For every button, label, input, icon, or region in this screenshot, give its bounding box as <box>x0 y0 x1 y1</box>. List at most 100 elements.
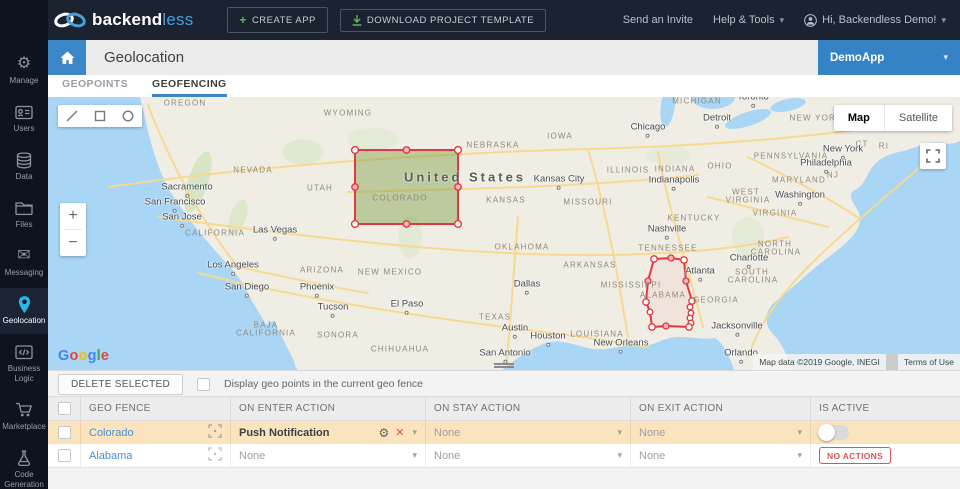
sidebar-item-label: Messaging <box>4 268 44 277</box>
geofence-table: GEO FENCE ON ENTER ACTION ON STAY ACTION… <box>48 396 960 468</box>
app-selector[interactable]: DemoApp ▾ <box>818 40 960 75</box>
draw-rectangle-tool[interactable] <box>92 108 108 124</box>
sidebar: ⚙ Manage Users Data Files ✉ Messaging Ge… <box>0 0 48 489</box>
sidebar-item-business-logic[interactable]: Business Logic <box>0 336 48 392</box>
map-graphic <box>107 97 960 370</box>
col-exit: ON EXIT ACTION <box>630 397 810 420</box>
on-stay-action-value[interactable]: None <box>434 427 460 439</box>
is-active-toggle[interactable] <box>818 424 849 441</box>
zoom-out-button[interactable]: − <box>60 230 86 256</box>
envelope-icon: ✉ <box>17 247 31 264</box>
backendless-logo[interactable]: backendless <box>52 10 193 30</box>
help-tools-menu[interactable]: Help & Tools ▾ <box>713 14 784 26</box>
brand-light: less <box>162 10 194 29</box>
action-remove-icon[interactable]: ✕ <box>395 426 404 439</box>
sidebar-item-messaging[interactable]: ✉ Messaging <box>0 240 48 286</box>
row-checkbox[interactable] <box>57 426 71 439</box>
tab-geofencing[interactable]: GEOFENCING <box>152 78 227 97</box>
sidebar-item-geolocation[interactable]: Geolocation <box>0 288 48 334</box>
map-pin-icon <box>17 295 32 313</box>
table-row: Alabama None ▾ None ▾ None ▾ NO ACTIONS <box>48 444 960 468</box>
send-invite-link[interactable]: Send an Invite <box>623 14 693 26</box>
plus-icon: + <box>239 13 247 27</box>
sidebar-item-files[interactable]: Files <box>0 192 48 238</box>
draw-line-tool[interactable] <box>64 108 80 124</box>
col-stay: ON STAY ACTION <box>425 397 630 420</box>
action-settings-icon[interactable]: ⚙ <box>378 426 389 440</box>
sidebar-item-label: Data <box>15 172 33 181</box>
draw-circle-tool[interactable] <box>120 108 136 124</box>
display-geopoints-checkbox[interactable] <box>196 377 210 391</box>
geofence-name-link[interactable]: Alabama <box>89 450 132 462</box>
delete-selected-button[interactable]: DELETE SELECTED <box>58 373 183 395</box>
chevron-down-icon[interactable]: ▾ <box>797 450 802 461</box>
on-exit-action-value[interactable]: None <box>639 427 665 439</box>
sidebar-item-code-generation[interactable]: Code Generation <box>0 442 48 489</box>
chevron-down-icon: ▾ <box>941 14 946 25</box>
tab-bar: GEOPOINTS GEOFENCING <box>48 75 960 97</box>
folder-icon <box>15 199 33 217</box>
map-type-control: Map Satellite <box>833 105 952 131</box>
sidebar-item-manage[interactable]: ⚙ Manage <box>0 48 48 94</box>
locate-fence-icon[interactable] <box>208 424 222 441</box>
code-window-icon <box>15 343 33 361</box>
user-menu[interactable]: Hi, Backendless Demo! ▾ <box>804 13 946 27</box>
panel-toolbar: DELETE SELECTED Display geo points in th… <box>48 372 960 396</box>
panel-resize-handle[interactable] <box>494 362 514 369</box>
map-view-button[interactable]: Map <box>834 105 884 131</box>
sidebar-item-label: Business Logic <box>7 364 41 383</box>
download-icon <box>352 14 362 26</box>
home-icon <box>60 51 74 64</box>
cart-icon <box>15 401 33 419</box>
geofence-colorado[interactable] <box>350 145 463 229</box>
sidebar-item-data[interactable]: Data <box>0 144 48 190</box>
download-template-button[interactable]: DOWNLOAD PROJECT TEMPLATE <box>339 8 547 32</box>
chevron-down-icon: ▾ <box>943 52 948 62</box>
attribution-text: Map data ©2019 Google, INEGI <box>759 357 880 367</box>
users-icon <box>15 103 33 121</box>
sidebar-item-users[interactable]: Users <box>0 96 48 142</box>
sidebar-item-label: Geolocation <box>2 316 46 325</box>
chevron-down-icon[interactable]: ▾ <box>412 450 417 461</box>
map-canvas[interactable]: United States OREGON WYOMING NEBRASKA IOWA N… <box>48 97 960 370</box>
sidebar-item-label: Users <box>13 124 35 133</box>
col-geofence: GEO FENCE <box>80 397 230 420</box>
no-actions-badge: NO ACTIONS <box>819 447 892 464</box>
tab-geopoints[interactable]: GEOPOINTS <box>62 78 128 97</box>
col-enter: ON ENTER ACTION <box>230 397 425 420</box>
satellite-view-button[interactable]: Satellite <box>885 105 952 131</box>
on-enter-action-value[interactable]: Push Notification <box>239 427 329 439</box>
geofence-name-link[interactable]: Colorado <box>89 427 134 439</box>
chevron-down-icon[interactable]: ▾ <box>797 427 802 438</box>
create-app-button[interactable]: + CREATE APP <box>227 7 328 33</box>
home-button[interactable] <box>48 40 86 75</box>
map-attribution: Map data ©2019 Google, INEGI Terms of Us… <box>753 354 960 370</box>
google-logo[interactable]: Google <box>58 348 109 364</box>
chevron-down-icon[interactable]: ▾ <box>617 427 622 438</box>
display-geopoints-label: Display geo points in the current geo fe… <box>223 378 424 390</box>
fullscreen-icon <box>926 149 940 163</box>
sidebar-item-label: Files <box>15 220 33 229</box>
select-all-checkbox[interactable] <box>57 402 71 415</box>
on-enter-action-value[interactable]: None <box>239 450 265 462</box>
col-active: IS ACTIVE <box>810 397 960 420</box>
sidebar-item-label: Code Generation <box>4 470 44 489</box>
on-stay-action-value[interactable]: None <box>434 450 460 462</box>
app-root: ⚙ Manage Users Data Files ✉ Messaging Ge… <box>0 0 960 489</box>
terms-of-use-link[interactable]: Terms of Use <box>898 354 960 370</box>
row-checkbox[interactable] <box>57 449 71 462</box>
infinity-logo-icon <box>54 12 86 28</box>
sidebar-item-marketplace[interactable]: Marketplace <box>0 394 48 440</box>
fullscreen-button[interactable] <box>920 143 946 169</box>
draw-tools <box>58 105 142 127</box>
chevron-down-icon[interactable]: ▾ <box>412 427 417 438</box>
chevron-down-icon: ▾ <box>779 14 785 25</box>
top-header: backendless + CREATE APP DOWNLOAD PROJEC… <box>48 0 960 40</box>
zoom-control: + − <box>60 203 86 256</box>
on-exit-action-value[interactable]: None <box>639 450 665 462</box>
user-icon <box>804 13 818 27</box>
sub-header: Geolocation DemoApp ▾ <box>48 40 960 75</box>
chevron-down-icon[interactable]: ▾ <box>617 450 622 461</box>
zoom-in-button[interactable]: + <box>60 203 86 229</box>
locate-fence-icon[interactable] <box>208 447 222 464</box>
